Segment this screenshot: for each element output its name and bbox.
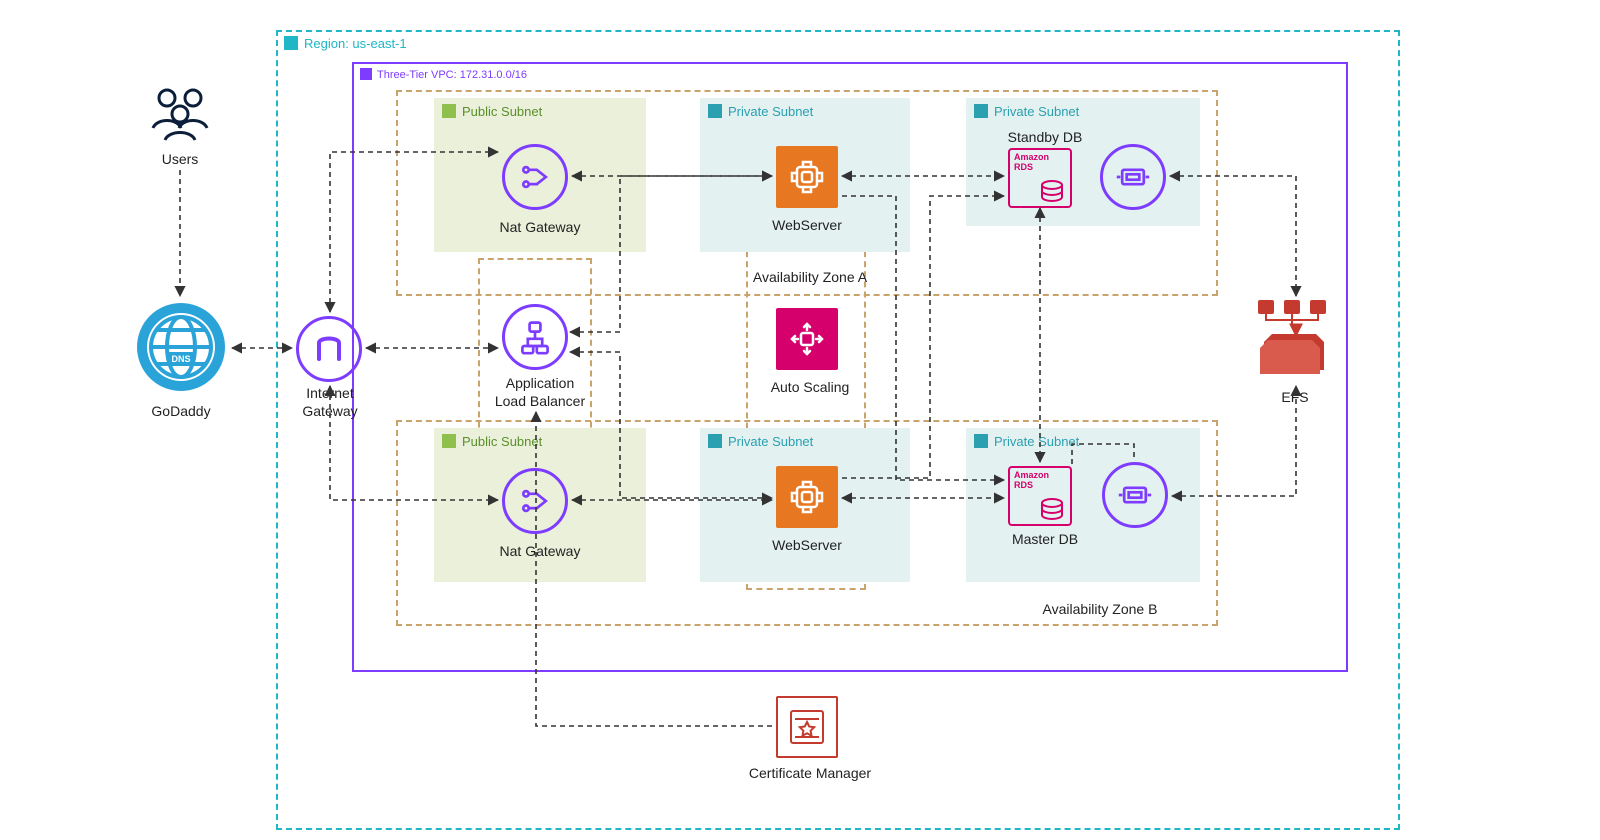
autoscaling-label: Auto Scaling — [760, 378, 860, 396]
az-a-label: Availability Zone A — [730, 268, 890, 286]
rds-standby-icon: Amazon RDS — [1008, 148, 1072, 208]
az-b-label: Availability Zone B — [1020, 600, 1180, 618]
internet-gateway-label: Internet Gateway — [293, 384, 367, 420]
alb-label: Application Load Balancer — [490, 374, 590, 410]
webserver-a-icon — [776, 146, 838, 208]
region-tag: Region: us-east-1 — [284, 36, 407, 51]
standby-db-label: Standby DB — [1000, 128, 1090, 146]
godaddy-label: GoDaddy — [140, 402, 222, 420]
lock-closed-icon — [974, 104, 988, 118]
internet-gateway-icon — [296, 316, 362, 382]
autoscaling-icon — [776, 308, 838, 370]
certificate-manager-icon — [776, 696, 838, 758]
dns-icon: DNS — [134, 300, 228, 394]
nat-gateway-a-label: Nat Gateway — [490, 218, 590, 236]
lock-open-icon — [442, 104, 456, 118]
efs-icon — [1258, 300, 1338, 380]
users-icon — [145, 84, 215, 144]
vpc-badge-icon — [360, 68, 372, 80]
webserver-b-label: WebServer — [762, 536, 852, 554]
private-subnet-a-db: Private Subnet — [966, 98, 1200, 226]
svg-text:DNS: DNS — [171, 354, 190, 364]
region-badge-icon — [284, 36, 298, 50]
efs-mount-a-icon — [1100, 144, 1166, 210]
certificate-manager-label: Certificate Manager — [740, 764, 880, 782]
lock-closed-icon — [708, 434, 722, 448]
nat-gateway-a-icon — [502, 144, 568, 210]
nat-gateway-b-icon — [502, 468, 568, 534]
vpc-tag: Three-Tier VPC: 172.31.0.0/16 — [360, 68, 527, 81]
webserver-a-label: WebServer — [762, 216, 852, 234]
efs-mount-b-icon — [1102, 462, 1168, 528]
lock-closed-icon — [974, 434, 988, 448]
lock-open-icon — [442, 434, 456, 448]
lock-closed-icon — [708, 104, 722, 118]
users-label: Users — [150, 150, 210, 168]
webserver-b-icon — [776, 466, 838, 528]
alb-icon — [502, 304, 568, 370]
nat-gateway-b-label: Nat Gateway — [490, 542, 590, 560]
master-db-label: Master DB — [1000, 530, 1090, 548]
diagram-canvas: Region: us-east-1 Three-Tier VPC: 172.31… — [0, 0, 1600, 840]
rds-master-icon: Amazon RDS — [1008, 466, 1072, 526]
efs-label: EFS — [1270, 388, 1320, 406]
